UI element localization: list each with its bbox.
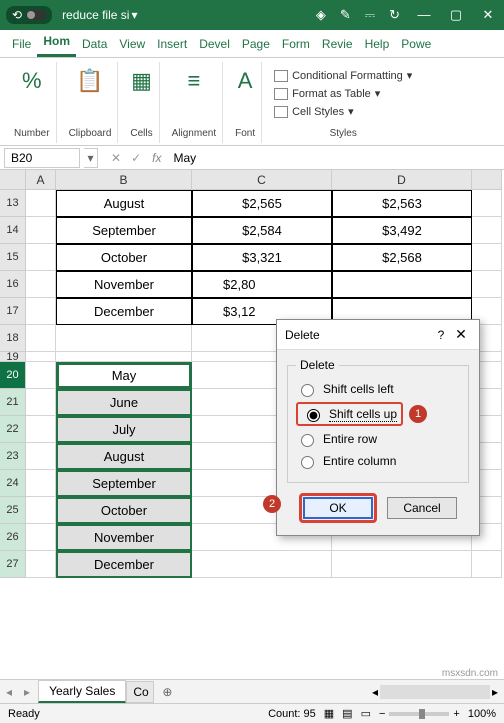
table-icon: [274, 88, 288, 100]
delete-dialog: Delete ? ✕ Delete Shift cells left Shift…: [276, 319, 480, 536]
status-bar: Ready Count: 95 ▦ ▤ ▭ −+ 100%: [0, 703, 504, 723]
refresh-icon[interactable]: ↻: [389, 7, 400, 23]
dialog-close-button[interactable]: ✕: [451, 326, 471, 343]
ribbon-clipboard[interactable]: 📋Clipboard: [63, 62, 119, 143]
dialog-help-button[interactable]: ?: [431, 328, 451, 342]
col-E[interactable]: [472, 170, 502, 190]
status-count: Count: 95: [268, 708, 316, 720]
col-C[interactable]: C: [192, 170, 332, 190]
zoom-level[interactable]: 100%: [468, 708, 496, 720]
fx-icon[interactable]: fx: [152, 151, 161, 165]
title-bar: ⟲ reduce file si ▾ ◈ ✎ ⎓ ↻ — ▢ ✕: [0, 0, 504, 30]
menu-file[interactable]: File: [6, 32, 37, 57]
menu-insert[interactable]: Insert: [151, 32, 193, 57]
delete-options-group: Delete Shift cells left Shift cells up1 …: [287, 358, 469, 483]
dialog-title: Delete: [285, 328, 431, 342]
active-cell[interactable]: May: [56, 362, 192, 389]
cellstyles-icon: [274, 106, 288, 118]
formula-input[interactable]: May: [167, 151, 504, 165]
sheet-tabs: ◂ ▸ Yearly Sales Co ⊕ ◂▸: [0, 679, 504, 703]
view-normal-icon[interactable]: ▦: [324, 707, 334, 720]
sheet-tab-yearly[interactable]: Yearly Sales: [38, 680, 126, 703]
col-B[interactable]: B: [56, 170, 192, 190]
menu-view[interactable]: View: [113, 32, 151, 57]
diamond-icon[interactable]: ◈: [316, 7, 326, 23]
menu-devel[interactable]: Devel: [193, 32, 236, 57]
hscroll[interactable]: [380, 685, 490, 699]
pen-icon[interactable]: ✎: [340, 7, 351, 23]
menu-help[interactable]: Help: [359, 32, 396, 57]
menu-home[interactable]: Hom: [37, 29, 76, 57]
opt-entire-column[interactable]: Entire column: [296, 450, 460, 472]
menu-power[interactable]: Powe: [395, 32, 437, 57]
format-as-table[interactable]: Format as Table ▾: [274, 86, 380, 101]
cond-format-icon: [274, 70, 288, 82]
cell-styles[interactable]: Cell Styles ▾: [274, 104, 354, 119]
callout-2: 2: [263, 495, 281, 513]
view-break-icon[interactable]: ▭: [361, 707, 371, 720]
menu-bar: File Hom Data View Insert Devel Page For…: [0, 30, 504, 58]
add-sheet-button[interactable]: ⊕: [154, 685, 180, 699]
cancel-button[interactable]: Cancel: [387, 497, 457, 519]
namebox-dropdown[interactable]: ▾: [84, 148, 98, 168]
view-layout-icon[interactable]: ▤: [342, 707, 352, 720]
ribbon-cells[interactable]: ▦Cells: [124, 62, 159, 143]
watermark: msxsdn.com: [442, 668, 498, 679]
menu-data[interactable]: Data: [76, 32, 113, 57]
ribbon-styles: Conditional Formatting ▾ Format as Table…: [268, 62, 418, 143]
col-A[interactable]: A: [26, 170, 56, 190]
quick-access: ◈ ✎ ⎓ ↻: [308, 7, 408, 23]
ok-button[interactable]: OK: [303, 497, 373, 519]
select-all-corner[interactable]: [0, 170, 26, 190]
formula-bar: B20 ▾ ✕ ✓ fx May: [0, 146, 504, 170]
opt-entire-row[interactable]: Entire row: [296, 428, 460, 450]
enter-formula-icon[interactable]: ✓: [126, 151, 146, 165]
minimize-button[interactable]: —: [408, 7, 440, 23]
menu-page[interactable]: Page: [236, 32, 276, 57]
ribbon-font[interactable]: AFont: [229, 62, 262, 143]
tab-nav-prev[interactable]: ◂: [0, 685, 18, 699]
col-D[interactable]: D: [332, 170, 472, 190]
opt-shift-left[interactable]: Shift cells left: [296, 378, 460, 400]
ribbon-number[interactable]: %Number: [8, 62, 57, 143]
cancel-formula-icon[interactable]: ✕: [106, 151, 126, 165]
conditional-formatting[interactable]: Conditional Formatting ▾: [274, 68, 412, 83]
ribbon-alignment[interactable]: ≡Alignment: [166, 62, 223, 143]
circuit-icon[interactable]: ⎓: [365, 7, 375, 23]
ribbon: %Number 📋Clipboard ▦Cells ≡Alignment AFo…: [0, 58, 504, 146]
menu-form[interactable]: Form: [276, 32, 316, 57]
zoom-slider[interactable]: −+: [379, 708, 460, 720]
menu-review[interactable]: Revie: [316, 32, 359, 57]
status-ready: Ready: [8, 708, 40, 720]
name-box[interactable]: B20: [4, 148, 80, 168]
callout-1: 1: [409, 405, 427, 423]
sheet-tab-co[interactable]: Co: [126, 681, 154, 703]
tab-nav-next[interactable]: ▸: [18, 685, 36, 699]
file-name: reduce file si: [62, 8, 129, 22]
maximize-button[interactable]: ▢: [440, 7, 472, 23]
close-button[interactable]: ✕: [472, 7, 504, 23]
autosave-toggle[interactable]: ⟲: [6, 6, 52, 24]
opt-shift-up[interactable]: Shift cells up1: [296, 402, 403, 426]
